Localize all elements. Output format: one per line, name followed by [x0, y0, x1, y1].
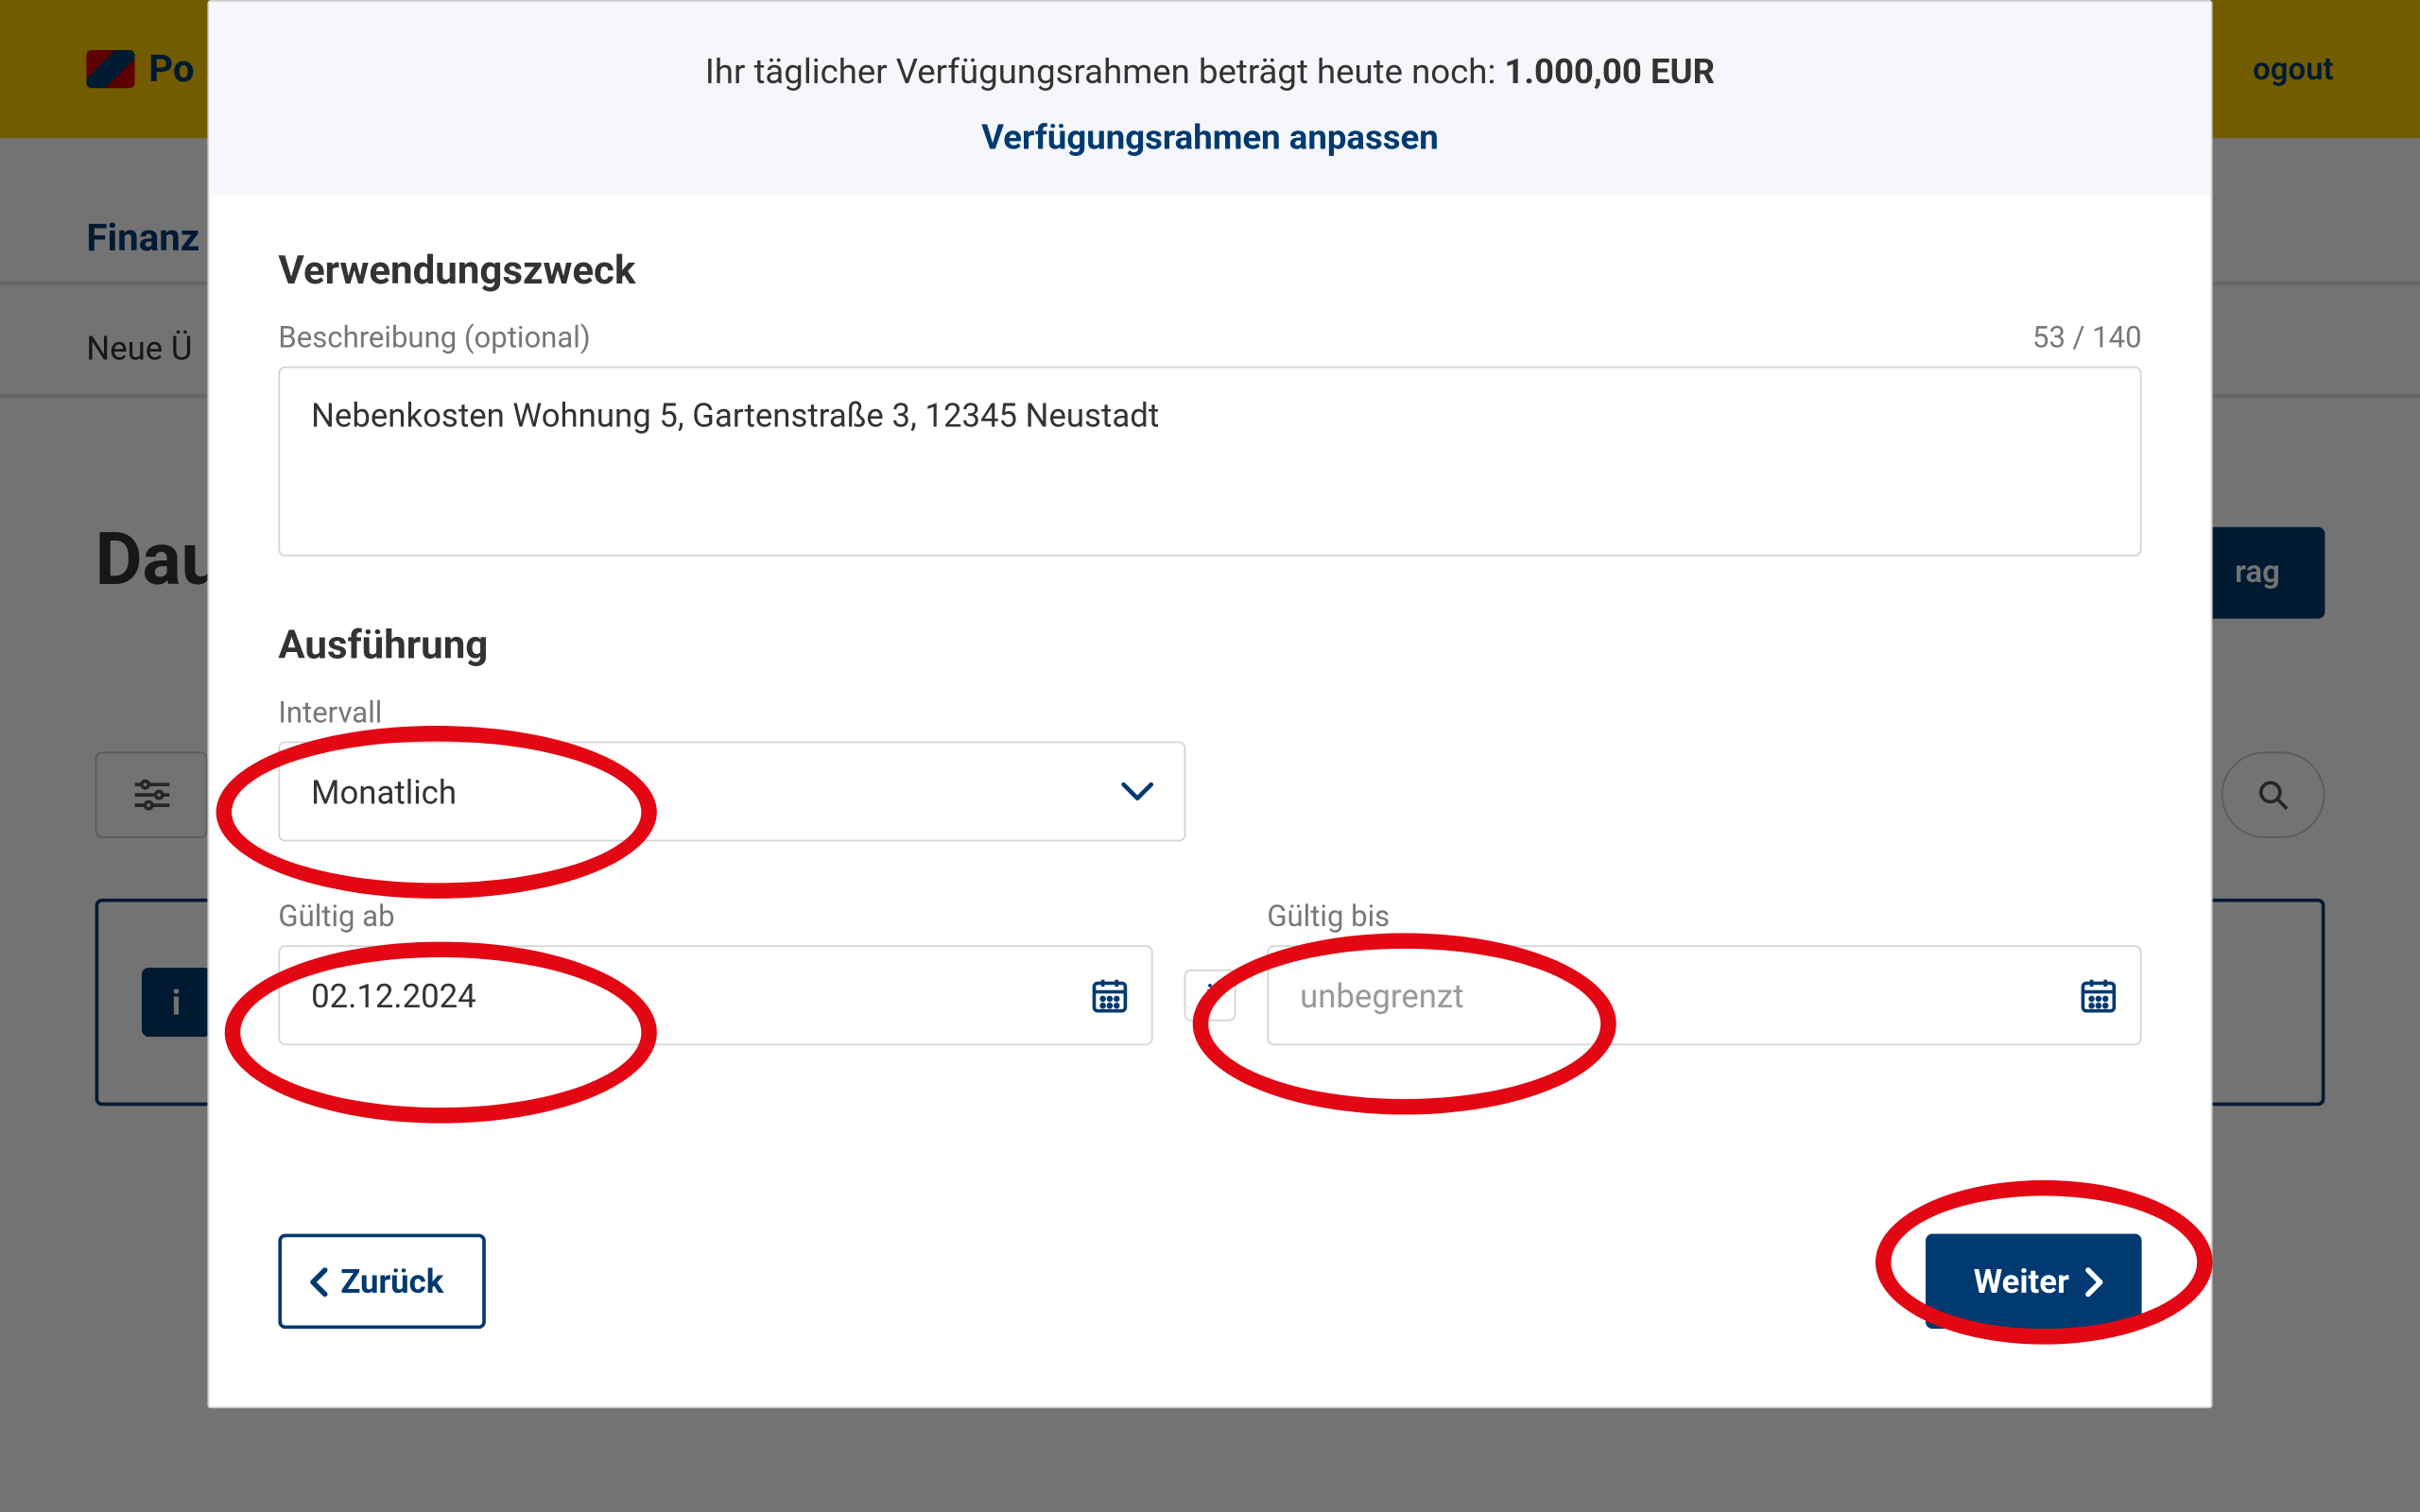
chevron-left-icon — [306, 1265, 331, 1297]
back-button[interactable]: Zurück — [278, 1234, 485, 1330]
back-button-label: Zurück — [340, 1262, 443, 1301]
description-input[interactable]: Nebenkosten Wohnung 5, Gartenstraße 3, 1… — [278, 367, 2141, 557]
limit-amount: 1.000,00 EUR — [1504, 50, 1715, 92]
next-button[interactable]: Weiter — [1926, 1234, 2142, 1330]
valid-from-input[interactable] — [278, 945, 1152, 1045]
limit-text: Ihr täglicher Verfügungsrahmen beträgt h… — [705, 50, 1504, 92]
next-button-label: Weiter — [1974, 1262, 2069, 1301]
adjust-limit-link[interactable]: Verfügungsrahmen anpassen — [278, 116, 2141, 158]
interval-select[interactable]: Monatlich — [278, 741, 1185, 841]
execution-heading: Ausführung — [278, 622, 2141, 668]
interval-label: Intervall — [278, 696, 2141, 731]
info-tooltip-button[interactable]: i — [1184, 970, 1236, 1022]
standing-order-modal: Ihr täglicher Verfügungsrahmen beträgt h… — [207, 0, 2212, 1408]
valid-to-label: Gültig bis — [1267, 901, 2141, 936]
description-counter: 53 / 140 — [2032, 321, 2142, 356]
description-label: Beschreibung (optional) — [278, 321, 590, 356]
purpose-heading: Verwendungszweck — [278, 247, 2141, 293]
valid-to-input[interactable] — [1267, 945, 2141, 1045]
limit-banner: Ihr täglicher Verfügungsrahmen beträgt h… — [209, 2, 2210, 196]
chevron-right-icon — [2083, 1265, 2107, 1297]
valid-from-label: Gültig ab — [278, 901, 1152, 936]
